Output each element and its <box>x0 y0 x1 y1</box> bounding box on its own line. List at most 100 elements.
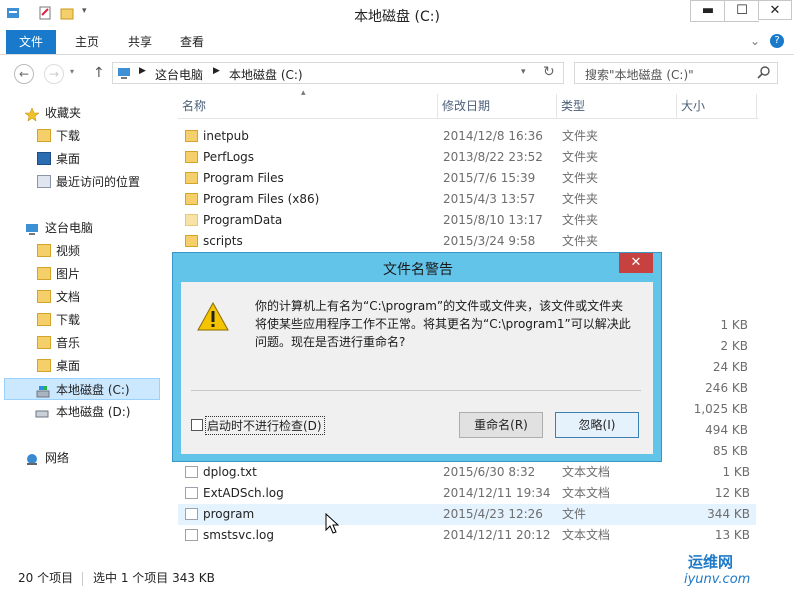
no-check-on-startup-checkbox[interactable] <box>191 419 203 431</box>
nav-item-label: 图片 <box>56 267 81 281</box>
file-row-selected[interactable]: program 2015/4/23 12:26 文件 344 KB <box>178 504 756 525</box>
nav-item-drive-d[interactable]: 本地磁盘 (D:) <box>0 401 160 423</box>
breadcrumb-this-pc[interactable]: 这台电脑 <box>155 66 203 83</box>
file-name: ProgramData <box>203 213 283 227</box>
dialog-close-button[interactable]: ✕ <box>619 253 653 273</box>
file-size: 13 KB <box>714 528 750 542</box>
selection-info: 选中 1 个项目 343 KB <box>93 571 215 585</box>
file-name: Program Files <box>203 171 284 185</box>
column-header-modified[interactable]: 修改日期 <box>438 94 557 118</box>
nav-item-desktop[interactable]: 桌面 <box>0 355 160 377</box>
nav-item-downloads-fav[interactable]: 下载 <box>0 125 160 147</box>
file-type: 文本文档 <box>562 486 611 500</box>
help-icon[interactable]: ? <box>770 34 784 48</box>
nav-item-label: 收藏夹 <box>45 106 82 120</box>
file-size: 12 KB <box>714 486 750 500</box>
file-name: scripts <box>203 234 243 248</box>
drive-icon <box>35 405 49 418</box>
file-date: 2014/12/8 16:36 <box>443 129 543 143</box>
breadcrumb-drive-c[interactable]: 本地磁盘 (C:) <box>229 66 303 83</box>
nav-item-label: 文档 <box>56 290 81 304</box>
back-button[interactable]: ← <box>14 64 34 84</box>
search-placeholder-text: 搜索"本地磁盘 (C:)" <box>585 68 694 82</box>
up-button[interactable]: ↑ <box>93 65 105 81</box>
dialog-divider <box>191 390 641 391</box>
nav-item-favorites[interactable]: 收藏夹 <box>0 102 160 124</box>
nav-item-label: 下载 <box>56 313 81 327</box>
folder-icon <box>37 336 51 349</box>
nav-item-recent-places[interactable]: 最近访问的位置 <box>0 171 160 193</box>
expand-ribbon-icon[interactable]: ⌄ <box>750 34 760 48</box>
file-date: 2015/8/10 13:17 <box>443 213 543 227</box>
column-header-size[interactable]: 大小 <box>677 94 757 118</box>
rename-button[interactable]: 重命名(R) <box>459 412 543 438</box>
file-type: 文件夹 <box>562 129 599 143</box>
text-file-icon <box>185 529 198 541</box>
breadcrumb-separator-icon: ▶ <box>213 66 220 76</box>
file-type: 文件夹 <box>562 234 599 248</box>
column-header-name[interactable]: 名称 <box>178 94 438 118</box>
file-row[interactable]: inetpub 2014/12/8 16:36 文件夹 <box>178 126 756 147</box>
dialog-body: 你的计算机上有名为“C:\program”的文件或文件夹，该文件或文件夹将使某些… <box>181 282 653 454</box>
folder-icon <box>37 359 51 372</box>
file-row[interactable]: Program Files 2015/7/6 15:39 文件夹 <box>178 168 756 189</box>
file-row[interactable]: scripts 2015/3/24 9:58 文件夹 <box>178 231 756 252</box>
nav-item-label: 桌面 <box>56 359 81 373</box>
file-name: Program Files (x86) <box>203 192 320 206</box>
file-date: 2014/12/11 20:12 <box>443 528 551 542</box>
vertical-scrollbar[interactable] <box>758 94 775 554</box>
file-type: 文件夹 <box>562 192 599 206</box>
file-name: dplog.txt <box>203 465 257 479</box>
file-row[interactable]: Program Files (x86) 2015/4/3 13:57 文件夹 <box>178 189 756 210</box>
recent-places-icon <box>37 175 51 188</box>
nav-item-this-pc[interactable]: 这台电脑 <box>0 217 160 239</box>
nav-item-network[interactable]: 网络 <box>0 447 160 469</box>
tab-home[interactable]: 主页 <box>63 30 111 54</box>
nav-item-downloads[interactable]: 下载 <box>0 309 160 331</box>
address-dropdown-icon[interactable]: ▾ <box>521 67 526 77</box>
title-bar: ▾ 本地磁盘 (C:) ▬ ☐ ✕ <box>0 0 794 30</box>
folder-icon <box>185 214 198 226</box>
file-type: 文件夹 <box>562 150 599 164</box>
tab-view[interactable]: 查看 <box>168 30 216 54</box>
tab-file[interactable]: 文件 <box>6 30 56 54</box>
file-row[interactable]: dplog.txt 2015/6/30 8:32 文本文档 1 KB <box>178 462 756 483</box>
file-row[interactable]: ExtADSch.log 2014/12/11 19:34 文本文档 12 KB <box>178 483 756 504</box>
minimize-button[interactable]: ▬ <box>690 0 725 22</box>
folder-icon <box>37 313 51 326</box>
no-check-on-startup-label[interactable]: 启动时不进行检查(D) <box>205 416 325 435</box>
nav-item-videos[interactable]: 视频 <box>0 240 160 262</box>
recent-locations-chevron-icon[interactable]: ▾ <box>70 67 74 76</box>
star-icon <box>24 106 40 122</box>
refresh-icon[interactable]: ↻ <box>543 64 555 80</box>
maximize-button[interactable]: ☐ <box>724 0 759 22</box>
ignore-button[interactable]: 忽略(I) <box>555 412 639 438</box>
filename-warning-dialog: 文件名警告 ✕ 你的计算机上有名为“C:\program”的文件或文件夹，该文件… <box>172 252 662 462</box>
file-type: 文本文档 <box>562 465 611 479</box>
ribbon-tabs: 文件 主页 共享 查看 ⌄ ? <box>0 30 794 55</box>
file-size: 494 KB <box>705 423 748 437</box>
file-size: 1,025 KB <box>693 402 748 416</box>
file-row[interactable]: PerfLogs 2013/8/22 23:52 文件夹 <box>178 147 756 168</box>
file-row[interactable]: ProgramData 2015/8/10 13:17 文件夹 <box>178 210 756 231</box>
nav-item-drive-c[interactable]: 本地磁盘 (C:) <box>4 378 160 400</box>
text-file-icon <box>185 466 198 478</box>
tab-share[interactable]: 共享 <box>116 30 164 54</box>
folder-icon <box>37 267 51 280</box>
folder-download-icon <box>37 129 51 142</box>
column-header-type[interactable]: 类型 <box>557 94 677 118</box>
file-size: 1 KB <box>722 465 750 479</box>
search-icon[interactable] <box>757 65 771 82</box>
nav-item-pictures[interactable]: 图片 <box>0 263 160 285</box>
file-row[interactable]: smstsvc.log 2014/12/11 20:12 文本文档 13 KB <box>178 525 756 546</box>
address-bar[interactable]: ▶ 这台电脑 ▶ 本地磁盘 (C:) ▾ ↻ <box>112 62 564 84</box>
search-input[interactable]: 搜索"本地磁盘 (C:)" <box>574 62 778 84</box>
nav-item-documents[interactable]: 文档 <box>0 286 160 308</box>
nav-item-music[interactable]: 音乐 <box>0 332 160 354</box>
column-header-row: 名称 修改日期 类型 大小 <box>178 94 758 119</box>
file-date: 2015/6/30 8:32 <box>443 465 536 479</box>
close-button[interactable]: ✕ <box>758 0 792 20</box>
folder-icon <box>185 172 198 184</box>
nav-item-desktop-fav[interactable]: 桌面 <box>0 148 160 170</box>
forward-button[interactable]: → <box>44 64 64 84</box>
